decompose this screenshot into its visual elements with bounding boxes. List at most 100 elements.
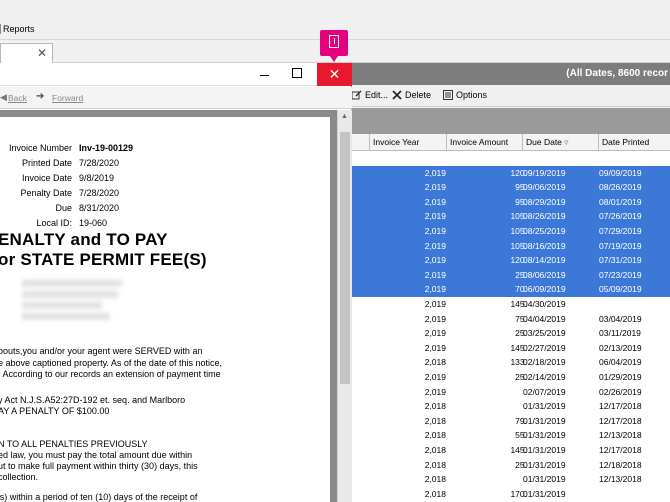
due-date-cell: 08/29/2019: [523, 196, 566, 207]
table-row[interactable]: 2,019 145. 04/30/2019: [352, 297, 670, 312]
invoice-year-cell: 2,019: [424, 196, 446, 207]
due-date-cell: 06/09/2019: [523, 284, 566, 295]
notice-paragraph-line: ut to make full payment within thirty (3…: [0, 461, 198, 471]
options-button[interactable]: Options: [443, 90, 487, 100]
table-row[interactable]: 2,019 95. 08/29/2019 08/01/2019: [352, 194, 670, 210]
invoice-year-cell: 2,019: [424, 386, 446, 397]
due-date-cell: 01/31/2019: [523, 430, 566, 441]
table-row[interactable]: 2,019 105. 08/16/2019 07/19/2019: [352, 238, 670, 254]
notice-paragraph-line: 's) within a period of ten (10) days of …: [0, 492, 198, 502]
date-printed-cell: 08/01/2019: [599, 196, 642, 207]
due-date-cell: 01/31/2019: [523, 488, 566, 499]
notice-paragraph-line: y Act N.J.S.A52:27D-192 et. seq. and Mar…: [0, 395, 186, 405]
due-date-cell: 01/31/2019: [523, 401, 566, 412]
minimize-button[interactable]: [258, 67, 272, 81]
table-row[interactable]: 2,018. 01/31/2019 12/13/2018: [352, 472, 670, 487]
column-header-date-printed[interactable]: Date Printed: [599, 134, 670, 151]
table-row[interactable]: 2,018 55. 01/31/2019 12/13/2018: [352, 428, 670, 443]
table-row[interactable]: 2,019 25. 08/06/2019 07/23/2019: [352, 267, 670, 283]
highlight-callout: [320, 30, 348, 56]
table-row[interactable]: 2,018. 01/31/2019 12/17/2018: [352, 399, 670, 414]
edit-label: Edit...: [365, 90, 389, 100]
invoice-year-cell: 2,018: [424, 415, 446, 426]
table-row[interactable]: 2,019 120. 09/19/2019 09/09/2019: [352, 165, 670, 181]
menu-item-reports[interactable]: Reports: [0, 24, 35, 34]
date-printed-cell: 07/19/2019: [599, 240, 642, 251]
table-row[interactable]: 2,019 75. 04/04/2019 03/04/2019: [352, 312, 670, 327]
due-date-cell: 01/31/2019: [523, 459, 566, 470]
vertical-scrollbar[interactable]: ▲: [337, 110, 352, 502]
table-row[interactable]: 2,018 133. 02/18/2019 06/04/2019: [352, 355, 670, 370]
document-tab[interactable]: ✕: [0, 43, 53, 63]
table-row[interactable]: 2,019 105. 08/25/2019 07/29/2019: [352, 224, 670, 239]
delete-label: Delete: [405, 90, 432, 100]
date-printed-cell: 12/13/2018: [599, 430, 642, 441]
invoice-year-cell: 2,019: [424, 269, 446, 280]
table-row[interactable]: 2,019 25. 03/25/2019 03/11/2019: [352, 326, 670, 341]
edit-button[interactable]: Edit...: [352, 90, 388, 100]
document-canvas: Invoice Number Inv-19-00129 Printed Date…: [0, 110, 337, 502]
table-row[interactable]: 2,019 145. 02/27/2019 02/13/2019: [352, 341, 670, 356]
date-printed-cell: 12/13/2018: [599, 474, 642, 485]
forward-link[interactable]: Forward: [52, 93, 83, 103]
back-link[interactable]: Back: [8, 93, 27, 103]
date-printed-cell: 09/09/2019: [599, 167, 642, 178]
invoice-year-cell: 2,019: [424, 226, 446, 236]
scrollbar-thumb[interactable]: [340, 132, 350, 384]
column-header-invoice-amount[interactable]: Invoice Amount: [447, 134, 523, 151]
invoice-year-cell: 2,019: [424, 284, 446, 295]
delete-button[interactable]: Delete: [392, 90, 431, 100]
date-printed-cell: 02/13/2019: [599, 342, 642, 353]
due-label: Due: [55, 203, 72, 213]
table-row[interactable]: 2,018 170. 01/31/2019: [352, 487, 670, 502]
printed-date-value: 7/28/2020: [79, 158, 120, 168]
table-row[interactable]: 2,019. 02/07/2019 02/26/2019: [352, 385, 670, 400]
close-button[interactable]: ✕: [317, 63, 352, 86]
invoice-year-cell: 2,019: [424, 342, 446, 353]
viewer-navbar: ◀ Back ➔ Forward: [0, 87, 352, 109]
notice-paragraph-line: AY A PENALTY OF $100.00: [0, 406, 110, 416]
date-printed-cell: 07/29/2019: [599, 226, 642, 236]
table-row[interactable]: 2,018 79. 01/31/2019 12/17/2018: [352, 414, 670, 429]
grid-header-bar: (All Dates, 8600 recor: [352, 63, 670, 85]
due-date-cell: 02/27/2019: [523, 342, 566, 353]
invoice-year-cell: 2,019: [424, 372, 446, 382]
back-arrow-icon: ◀: [0, 92, 7, 102]
table-row[interactable]: 2,019 120. 08/14/2019 07/31/2019: [352, 253, 670, 268]
invoice-year-cell: 2,018: [424, 401, 446, 412]
table-row[interactable]: 2,019 25. 02/14/2019 01/29/2019: [352, 370, 670, 385]
forward-arrow-icon: ➔: [36, 91, 45, 102]
due-value: 8/31/2020: [79, 203, 120, 213]
table-row[interactable]: 2,019 95. 09/06/2019 08/26/2019: [352, 180, 670, 195]
table-row[interactable]: 2,019 70. 06/09/2019 05/09/2019: [352, 282, 670, 297]
notice-heading-2: or STATE PERMIT FEE(S): [0, 250, 207, 269]
table-row[interactable]: [352, 151, 670, 166]
due-date-cell: 09/06/2019: [523, 182, 566, 193]
date-printed-cell: 01/29/2019: [599, 372, 642, 382]
table-row[interactable]: 2,018 145. 01/31/2019 12/17/2018: [352, 443, 670, 458]
options-label: Options: [456, 90, 488, 100]
due-date-cell: 01/31/2019: [523, 445, 566, 455]
due-date-cell: 02/14/2019: [523, 372, 566, 382]
document-viewer-window: ✕ ◀ Back ➔ Forward Invoice Number Inv-19…: [0, 30, 352, 502]
due-date-cell: 02/18/2019: [523, 357, 566, 368]
row-indicator-header: [352, 134, 370, 151]
tab-close-icon[interactable]: ✕: [37, 46, 47, 60]
column-header-due-date[interactable]: Due Date ▿: [523, 134, 599, 151]
delete-icon: [392, 90, 402, 100]
scroll-up-arrow-icon[interactable]: ▲: [341, 113, 348, 120]
due-date-cell: 08/25/2019: [523, 226, 566, 236]
grid-column-headers: Invoice Year Invoice Amount Due Date ▿ D…: [352, 134, 670, 151]
record-count-label: (All Dates, 8600 recor: [566, 68, 668, 79]
date-printed-cell: 03/11/2019: [599, 328, 641, 339]
invoice-year-cell: 2,018: [424, 445, 446, 455]
invoice-year-cell: 2,018: [424, 488, 446, 499]
due-date-cell: 08/26/2019: [523, 211, 566, 222]
due-date-cell: 01/31/2019: [523, 474, 566, 485]
table-row[interactable]: 2,019 105. 08/26/2019 07/26/2019: [352, 209, 670, 224]
table-row[interactable]: 2,018 25. 01/31/2019 12/18/2018: [352, 458, 670, 473]
column-header-invoice-year[interactable]: Invoice Year: [370, 134, 447, 151]
maximize-button[interactable]: [292, 68, 302, 78]
redacted-address-line: [22, 313, 110, 320]
invoice-year-cell: 2,019: [424, 167, 446, 178]
